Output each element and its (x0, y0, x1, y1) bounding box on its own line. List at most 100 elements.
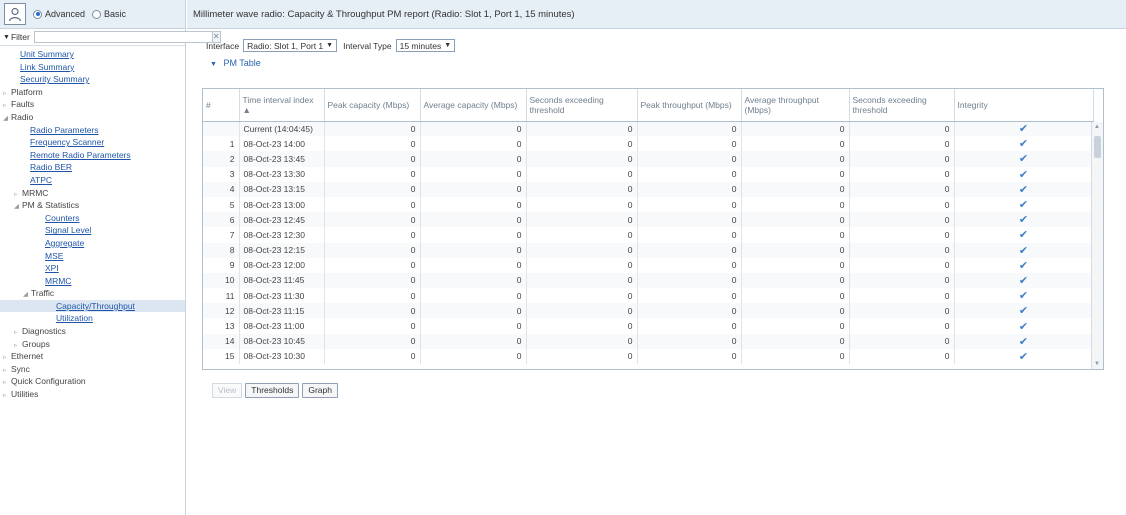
sidebar-item-diagnostics[interactable]: ▹ Diagnostics (0, 325, 185, 338)
column-header-peak-capacity[interactable]: Peak capacity (Mbps) (324, 89, 421, 122)
interval-type-select[interactable]: 15 minutes ▼ (395, 39, 456, 52)
sidebar-item-pm-statistics[interactable]: ◢ PM & Statistics (0, 199, 185, 212)
checkmark-icon: ✔ (954, 181, 1094, 197)
sidebar-item-quick-configuration[interactable]: ▹ Quick Configuration (0, 375, 185, 388)
sidebar-item-ethernet[interactable]: ▹ Ethernet (0, 350, 185, 363)
sidebar-item-radio-parameters[interactable]: Radio Parameters (0, 124, 185, 137)
filter-input[interactable] (33, 31, 213, 43)
sidebar-item-signal-level[interactable]: Signal Level (0, 224, 185, 237)
column-header-average-throughput[interactable]: Average throughput (Mbps) (741, 89, 850, 122)
interface-select[interactable]: Radio: Slot 1, Port 1 ▼ (243, 39, 338, 52)
row-index-cell: 14 (203, 333, 240, 349)
sidebar-item-atpc[interactable]: ATPC (0, 174, 185, 187)
sidebar-item-label: Security Summary (20, 74, 90, 85)
mode-basic-radio[interactable]: Basic (92, 9, 126, 19)
sidebar-item-mse[interactable]: MSE (0, 250, 185, 263)
sidebar-item-frequency-scanner[interactable]: Frequency Scanner (0, 136, 185, 149)
sidebar-item-radio-ber[interactable]: Radio BER (0, 161, 185, 174)
table-row[interactable]: 2 08-Oct-23 13:45 0 0 0 0 0 0 ✔ (203, 151, 1094, 167)
table-row[interactable]: 6 08-Oct-23 12:45 0 0 0 0 0 0 ✔ (203, 212, 1094, 228)
row-index-cell: 7 (203, 227, 240, 243)
table-row[interactable]: 13 08-Oct-23 11:00 0 0 0 0 0 0 ✔ (203, 318, 1094, 334)
pm-table-section-toggle[interactable]: ▼ PM Table (210, 58, 261, 68)
peak-throughput-cell: 0 (637, 318, 742, 334)
sidebar-item-label: Quick Configuration (11, 376, 86, 387)
column-header-seconds-exceeding-capacity[interactable]: Seconds exceeding threshold (526, 89, 638, 122)
table-row[interactable]: 11 08-Oct-23 11:30 0 0 0 0 0 0 ✔ (203, 288, 1094, 304)
seconds-exceeding-throughput-cell: 0 (849, 318, 955, 334)
peak-throughput-cell: 0 (637, 136, 742, 152)
row-index-cell: 4 (203, 181, 240, 197)
sidebar-item-radio[interactable]: ◢ Radio (0, 111, 185, 124)
view-button[interactable]: View (212, 383, 243, 398)
checkmark-icon: ✔ (954, 333, 1094, 349)
table-row[interactable]: 3 08-Oct-23 13:30 0 0 0 0 0 0 ✔ (203, 166, 1094, 182)
sidebar-item-traffic[interactable]: ◢ Traffic (0, 287, 185, 300)
sidebar-item-utilities[interactable]: ▹ Utilities (0, 388, 185, 401)
column-header-integrity[interactable]: Integrity (954, 89, 1094, 122)
sidebar-item-platform[interactable]: ▹ Platform (0, 86, 185, 99)
sidebar-item-unit-summary[interactable]: Unit Summary (0, 48, 185, 61)
table-row[interactable]: 15 08-Oct-23 10:30 0 0 0 0 0 0 ✔ (203, 348, 1094, 364)
sidebar-item-utilization[interactable]: Utilization (0, 312, 185, 325)
user-icon[interactable] (4, 3, 26, 25)
sidebar-item-link-summary[interactable]: Link Summary (0, 61, 185, 74)
time-interval-cell: 08-Oct-23 12:15 (239, 242, 325, 258)
table-row[interactable]: 7 08-Oct-23 12:30 0 0 0 0 0 0 ✔ (203, 227, 1094, 243)
table-row[interactable]: 9 08-Oct-23 12:00 0 0 0 0 0 0 ✔ (203, 257, 1094, 273)
mode-advanced-radio[interactable]: Advanced (33, 9, 85, 19)
table-row[interactable]: 12 08-Oct-23 11:15 0 0 0 0 0 0 ✔ (203, 303, 1094, 319)
time-interval-cell: 08-Oct-23 10:30 (239, 348, 325, 364)
expanded-triangle-icon[interactable]: ◢ (23, 289, 29, 302)
row-index-cell: 6 (203, 212, 240, 228)
column-header-time-interval[interactable]: Time interval index ▲ (239, 89, 325, 122)
peak-throughput-cell: 0 (637, 166, 742, 182)
collapse-triangle-icon[interactable]: ▼ (3, 34, 10, 41)
checkmark-icon: ✔ (954, 257, 1094, 273)
sidebar-item-security-summary[interactable]: Security Summary (0, 73, 185, 86)
table-row[interactable]: 4 08-Oct-23 13:15 0 0 0 0 0 0 ✔ (203, 181, 1094, 197)
column-header-peak-throughput[interactable]: Peak throughput (Mbps) (637, 89, 742, 122)
scroll-down-icon[interactable]: ▼ (1094, 361, 1100, 367)
scroll-up-icon[interactable]: ▲ (1094, 124, 1100, 130)
vertical-scrollbar[interactable]: ▲ ▼ (1091, 122, 1103, 369)
scrollbar-thumb[interactable] (1094, 136, 1101, 158)
average-throughput-cell: 0 (741, 227, 850, 243)
peak-throughput-cell: 0 (637, 196, 742, 213)
peak-throughput-cell: 0 (637, 303, 742, 319)
filter-label: Filter (10, 32, 30, 42)
table-row[interactable]: 10 08-Oct-23 11:45 0 0 0 0 0 0 ✔ (203, 272, 1094, 289)
sidebar-item-groups[interactable]: ▹ Groups (0, 338, 185, 351)
checkmark-icon: ✔ (954, 303, 1094, 319)
column-header-seconds-exceeding-throughput[interactable]: Seconds exceeding threshold (849, 89, 955, 122)
sidebar-item-mrmc[interactable]: ▹ MRMC (0, 187, 185, 200)
sidebar-item-remote-radio-parameters[interactable]: Remote Radio Parameters (0, 149, 185, 162)
table-row[interactable]: 14 08-Oct-23 10:45 0 0 0 0 0 0 ✔ (203, 333, 1094, 349)
collapsed-triangle-icon[interactable]: ▹ (3, 390, 9, 403)
column-header-average-capacity[interactable]: Average capacity (Mbps) (420, 89, 527, 122)
table-row[interactable]: 8 08-Oct-23 12:15 0 0 0 0 0 0 ✔ (203, 242, 1094, 258)
average-capacity-cell: 0 (420, 272, 527, 289)
table-row[interactable]: 1 08-Oct-23 14:00 0 0 0 0 0 0 ✔ (203, 136, 1094, 152)
sidebar-item-label: Counters (45, 212, 80, 223)
seconds-exceeding-throughput-cell: 0 (849, 121, 955, 137)
graph-button[interactable]: Graph (302, 383, 338, 398)
peak-capacity-cell: 0 (324, 227, 421, 243)
thresholds-button[interactable]: Thresholds (245, 383, 300, 398)
sidebar-item-sync[interactable]: ▹ Sync (0, 363, 185, 376)
expanded-triangle-icon[interactable]: ◢ (14, 201, 20, 214)
checkmark-icon: ✔ (954, 227, 1094, 243)
sidebar-item-label: Capacity/Throughput (56, 300, 135, 311)
sidebar-item-mrmc[interactable]: MRMC (0, 275, 185, 288)
average-capacity-cell: 0 (420, 303, 527, 319)
checkmark-icon: ✔ (954, 196, 1094, 213)
expanded-triangle-icon[interactable]: ◢ (3, 113, 9, 126)
column-header-index[interactable]: # (203, 89, 240, 122)
sidebar-item-xpi[interactable]: XPI (0, 262, 185, 275)
sidebar-item-counters[interactable]: Counters (0, 212, 185, 225)
seconds-exceeding-throughput-cell: 0 (849, 303, 955, 319)
sidebar-item-faults[interactable]: ▹ Faults (0, 98, 185, 111)
table-row[interactable]: Current (14:04:45) 0 0 0 0 0 0 ✔ (203, 121, 1094, 137)
table-row[interactable]: 5 08-Oct-23 13:00 0 0 0 0 0 0 ✔ (203, 196, 1094, 213)
sidebar-item-aggregate[interactable]: Aggregate (0, 237, 185, 250)
